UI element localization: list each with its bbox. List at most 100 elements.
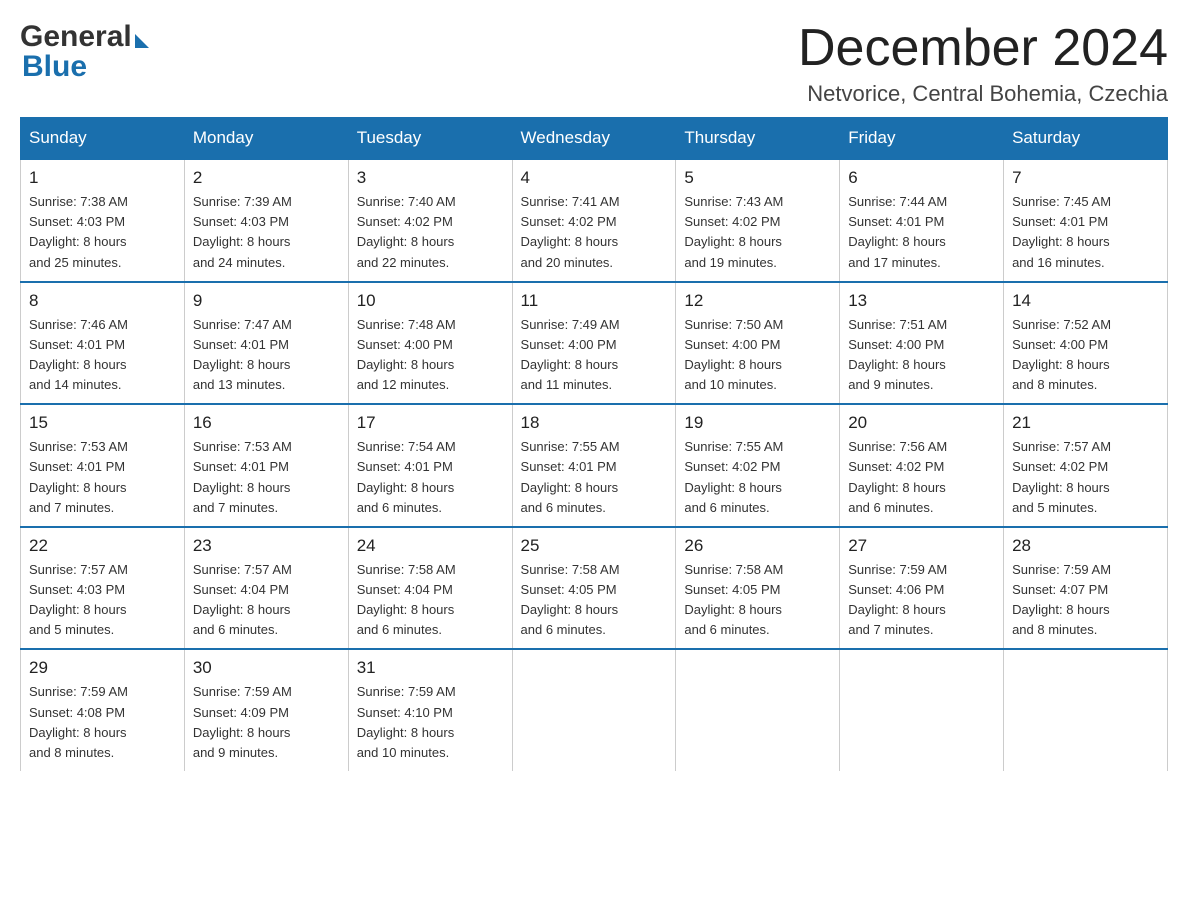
calendar-header-row: Sunday Monday Tuesday Wednesday Thursday… (21, 118, 1168, 160)
day-number-14: 14 (1012, 291, 1159, 311)
calendar-week-3: 15 Sunrise: 7:53 AMSunset: 4:01 PMDayligh… (21, 404, 1168, 527)
day-number-5: 5 (684, 168, 831, 188)
day-cell-10: 10 Sunrise: 7:48 AMSunset: 4:00 PMDayligh… (348, 282, 512, 405)
day-cell-5: 5 Sunrise: 7:43 AMSunset: 4:02 PMDaylight… (676, 159, 840, 282)
day-cell-23: 23 Sunrise: 7:57 AMSunset: 4:04 PMDayligh… (184, 527, 348, 650)
day-number-15: 15 (29, 413, 176, 433)
day-number-20: 20 (848, 413, 995, 433)
day-info-22: Sunrise: 7:57 AMSunset: 4:03 PMDaylight:… (29, 560, 176, 641)
day-cell-25: 25 Sunrise: 7:58 AMSunset: 4:05 PMDayligh… (512, 527, 676, 650)
day-info-28: Sunrise: 7:59 AMSunset: 4:07 PMDaylight:… (1012, 560, 1159, 641)
day-cell-30: 30Sunrise: 7:59 AMSunset: 4:09 PMDayligh… (184, 649, 348, 771)
col-thursday: Thursday (676, 118, 840, 160)
day-info-1: Sunrise: 7:38 AMSunset: 4:03 PMDaylight:… (29, 192, 176, 273)
day-info-31: Sunrise: 7:59 AMSunset: 4:10 PMDaylight:… (357, 682, 504, 763)
month-title: December 2024 (798, 20, 1168, 77)
day-cell-18: 18Sunrise: 7:55 AMSunset: 4:01 PMDayligh… (512, 404, 676, 527)
day-number-8: 8 (29, 291, 176, 311)
day-cell-16: 16 Sunrise: 7:53 AMSunset: 4:01 PMDayligh… (184, 404, 348, 527)
logo-general-text: General (20, 20, 132, 54)
day-number-3: 3 (357, 168, 504, 188)
day-number-10: 10 (357, 291, 504, 311)
day-number-29: 29 (29, 658, 176, 678)
day-cell-20: 20 Sunrise: 7:56 AMSunset: 4:02 PMDayligh… (840, 404, 1004, 527)
empty-cell (676, 649, 840, 771)
day-info-29: Sunrise: 7:59 AMSunset: 4:08 PMDaylight:… (29, 682, 176, 763)
day-cell-6: 6 Sunrise: 7:44 AMSunset: 4:01 PMDaylight… (840, 159, 1004, 282)
day-info-26: Sunrise: 7:58 AMSunset: 4:05 PMDaylight:… (684, 560, 831, 641)
day-cell-1: 1Sunrise: 7:38 AMSunset: 4:03 PMDaylight… (21, 159, 185, 282)
day-number-22: 22 (29, 536, 176, 556)
day-cell-11: 11Sunrise: 7:49 AMSunset: 4:00 PMDayligh… (512, 282, 676, 405)
day-number-16: 16 (193, 413, 340, 433)
day-number-28: 28 (1012, 536, 1159, 556)
day-number-19: 19 (684, 413, 831, 433)
day-number-25: 25 (521, 536, 668, 556)
day-info-6: Sunrise: 7:44 AMSunset: 4:01 PMDaylight:… (848, 192, 995, 273)
day-number-17: 17 (357, 413, 504, 433)
day-cell-14: 14 Sunrise: 7:52 AMSunset: 4:00 PMDayligh… (1004, 282, 1168, 405)
day-info-21: Sunrise: 7:57 AMSunset: 4:02 PMDaylight:… (1012, 437, 1159, 518)
col-friday: Friday (840, 118, 1004, 160)
col-sunday: Sunday (21, 118, 185, 160)
day-info-15: Sunrise: 7:53 AMSunset: 4:01 PMDaylight:… (29, 437, 176, 518)
day-number-9: 9 (193, 291, 340, 311)
day-info-5: Sunrise: 7:43 AMSunset: 4:02 PMDaylight:… (684, 192, 831, 273)
day-cell-9: 9 Sunrise: 7:47 AMSunset: 4:01 PMDaylight… (184, 282, 348, 405)
empty-cell (1004, 649, 1168, 771)
day-cell-15: 15 Sunrise: 7:53 AMSunset: 4:01 PMDayligh… (21, 404, 185, 527)
col-tuesday: Tuesday (348, 118, 512, 160)
day-cell-31: 31 Sunrise: 7:59 AMSunset: 4:10 PMDayligh… (348, 649, 512, 771)
title-block: December 2024 Netvorice, Central Bohemia… (798, 20, 1168, 107)
calendar-week-4: 22 Sunrise: 7:57 AMSunset: 4:03 PMDayligh… (21, 527, 1168, 650)
empty-cell (840, 649, 1004, 771)
day-cell-12: 12Sunrise: 7:50 AMSunset: 4:00 PMDayligh… (676, 282, 840, 405)
day-number-21: 21 (1012, 413, 1159, 433)
logo: General Blue (20, 20, 149, 84)
day-number-27: 27 (848, 536, 995, 556)
day-info-16: Sunrise: 7:53 AMSunset: 4:01 PMDaylight:… (193, 437, 340, 518)
day-number-7: 7 (1012, 168, 1159, 188)
day-cell-2: 2Sunrise: 7:39 AMSunset: 4:03 PMDaylight… (184, 159, 348, 282)
day-number-23: 23 (193, 536, 340, 556)
day-info-20: Sunrise: 7:56 AMSunset: 4:02 PMDaylight:… (848, 437, 995, 518)
day-info-17: Sunrise: 7:54 AMSunset: 4:01 PMDaylight:… (357, 437, 504, 518)
day-cell-29: 29 Sunrise: 7:59 AMSunset: 4:08 PMDayligh… (21, 649, 185, 771)
day-number-26: 26 (684, 536, 831, 556)
day-info-14: Sunrise: 7:52 AMSunset: 4:00 PMDaylight:… (1012, 315, 1159, 396)
day-cell-24: 24 Sunrise: 7:58 AMSunset: 4:04 PMDayligh… (348, 527, 512, 650)
col-saturday: Saturday (1004, 118, 1168, 160)
empty-cell (512, 649, 676, 771)
day-info-18: Sunrise: 7:55 AMSunset: 4:01 PMDaylight:… (521, 437, 668, 518)
day-number-2: 2 (193, 168, 340, 188)
day-info-10: Sunrise: 7:48 AMSunset: 4:00 PMDaylight:… (357, 315, 504, 396)
day-cell-8: 8 Sunrise: 7:46 AMSunset: 4:01 PMDaylight… (21, 282, 185, 405)
day-info-25: Sunrise: 7:58 AMSunset: 4:05 PMDaylight:… (521, 560, 668, 641)
col-wednesday: Wednesday (512, 118, 676, 160)
logo-blue-text: Blue (22, 50, 87, 84)
day-cell-19: 19Sunrise: 7:55 AMSunset: 4:02 PMDayligh… (676, 404, 840, 527)
day-info-11: Sunrise: 7:49 AMSunset: 4:00 PMDaylight:… (521, 315, 668, 396)
day-info-23: Sunrise: 7:57 AMSunset: 4:04 PMDaylight:… (193, 560, 340, 641)
day-cell-26: 26 Sunrise: 7:58 AMSunset: 4:05 PMDayligh… (676, 527, 840, 650)
day-info-4: Sunrise: 7:41 AMSunset: 4:02 PMDaylight:… (521, 192, 668, 273)
day-info-30: Sunrise: 7:59 AMSunset: 4:09 PMDaylight:… (193, 682, 340, 763)
day-number-4: 4 (521, 168, 668, 188)
calendar-week-2: 8 Sunrise: 7:46 AMSunset: 4:01 PMDaylight… (21, 282, 1168, 405)
day-number-31: 31 (357, 658, 504, 678)
day-cell-4: 4 Sunrise: 7:41 AMSunset: 4:02 PMDaylight… (512, 159, 676, 282)
location-subtitle: Netvorice, Central Bohemia, Czechia (798, 81, 1168, 107)
day-info-24: Sunrise: 7:58 AMSunset: 4:04 PMDaylight:… (357, 560, 504, 641)
day-number-13: 13 (848, 291, 995, 311)
day-info-27: Sunrise: 7:59 AMSunset: 4:06 PMDaylight:… (848, 560, 995, 641)
day-cell-27: 27 Sunrise: 7:59 AMSunset: 4:06 PMDayligh… (840, 527, 1004, 650)
logo-triangle-icon (135, 34, 149, 48)
day-cell-22: 22 Sunrise: 7:57 AMSunset: 4:03 PMDayligh… (21, 527, 185, 650)
day-info-8: Sunrise: 7:46 AMSunset: 4:01 PMDaylight:… (29, 315, 176, 396)
day-number-24: 24 (357, 536, 504, 556)
day-info-9: Sunrise: 7:47 AMSunset: 4:01 PMDaylight:… (193, 315, 340, 396)
day-number-6: 6 (848, 168, 995, 188)
calendar-week-1: 1Sunrise: 7:38 AMSunset: 4:03 PMDaylight… (21, 159, 1168, 282)
day-cell-21: 21 Sunrise: 7:57 AMSunset: 4:02 PMDayligh… (1004, 404, 1168, 527)
day-info-13: Sunrise: 7:51 AMSunset: 4:00 PMDaylight:… (848, 315, 995, 396)
